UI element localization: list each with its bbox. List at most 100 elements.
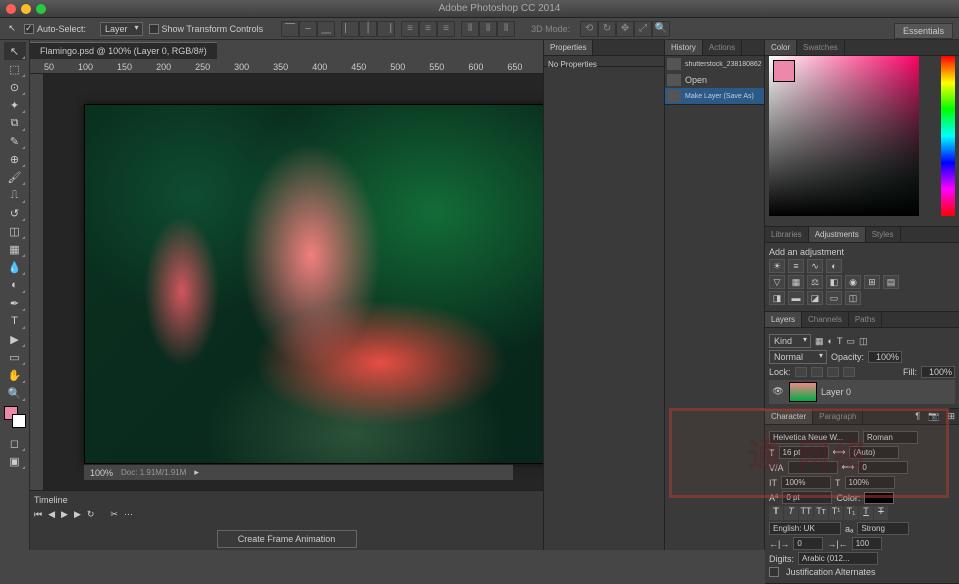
adj-threshold-icon[interactable]: ◪ — [807, 291, 823, 305]
distribute-right-icon[interactable]: ⦀ — [497, 21, 515, 37]
adj-brightness-icon[interactable]: ☀ — [769, 259, 785, 273]
hue-slider[interactable] — [941, 56, 955, 216]
allcaps-button[interactable]: TT — [799, 506, 813, 520]
timeline-play-icon[interactable]: ▶ — [61, 509, 68, 520]
quick-select-tool[interactable]: ✦ — [4, 96, 26, 114]
timeline-cut-icon[interactable]: ✂ — [110, 509, 118, 520]
close-window-button[interactable] — [6, 4, 16, 14]
zoom-level[interactable]: 100% — [90, 468, 113, 478]
layer-row[interactable]: 👁 Layer 0 — [769, 380, 955, 404]
adj-curves-icon[interactable]: ∿ — [807, 259, 823, 273]
baseline-field[interactable] — [782, 491, 832, 504]
layer-thumbnail[interactable] — [789, 382, 817, 402]
filter-type-icon[interactable]: T — [837, 336, 843, 346]
history-item[interactable]: Open — [665, 72, 764, 88]
justification-checkbox[interactable] — [769, 567, 779, 577]
crop-tool[interactable]: ⧉ — [4, 114, 26, 132]
channels-tab[interactable]: Channels — [802, 312, 849, 327]
timeline-prev-icon[interactable]: ◀ — [48, 509, 55, 520]
font-style-dropdown[interactable] — [863, 431, 918, 444]
leading-field[interactable] — [849, 446, 899, 459]
path-select-tool[interactable]: ▶ — [4, 330, 26, 348]
vscale-field[interactable] — [781, 476, 831, 489]
kerning-field[interactable] — [788, 461, 838, 474]
healing-tool[interactable]: ⊕ — [4, 150, 26, 168]
ruler-horizontal[interactable]: 5010015020025030035040045050055060065070… — [30, 60, 543, 74]
faux-italic-button[interactable]: T — [784, 506, 798, 520]
paragraph-tab[interactable]: Paragraph — [813, 409, 863, 424]
lock-pos-icon[interactable] — [827, 367, 839, 377]
faux-bold-button[interactable]: T — [769, 506, 783, 520]
auto-select-mode-dropdown[interactable]: Layer — [100, 22, 143, 36]
canvas[interactable]: 100% Doc: 1.91M/1.91M ▸ — [44, 74, 543, 490]
eraser-tool[interactable]: ◫ — [4, 222, 26, 240]
history-item[interactable]: shutterstock_238180862.jpg — [665, 56, 764, 72]
antialias-dropdown[interactable] — [857, 522, 909, 535]
properties-tab[interactable]: Properties — [544, 40, 593, 55]
distribute-bottom-icon[interactable]: ≡ — [437, 21, 455, 37]
align-left-icon[interactable]: ⎸ — [341, 21, 359, 37]
history-brush-tool[interactable]: ↺ — [4, 204, 26, 222]
doc-info[interactable]: Doc: 1.91M/1.91M — [121, 468, 186, 477]
actions-tab[interactable]: Actions — [703, 40, 742, 55]
hscale-field[interactable] — [845, 476, 895, 489]
panel-icon-3[interactable]: ⊞ — [943, 409, 959, 424]
align-hcenter-icon[interactable]: ⎮ — [359, 21, 377, 37]
metrics2-field[interactable] — [852, 537, 882, 550]
visibility-icon[interactable]: 👁 — [771, 386, 785, 398]
distribute-vcenter-icon[interactable]: ≡ — [419, 21, 437, 37]
adjustments-tab[interactable]: Adjustments — [809, 227, 866, 242]
foreground-swatch[interactable] — [773, 60, 795, 82]
color-picker[interactable] — [765, 56, 959, 226]
lasso-tool[interactable]: ⊙ — [4, 78, 26, 96]
font-size-field[interactable] — [779, 446, 829, 459]
character-tab[interactable]: Character — [765, 409, 813, 424]
doc-info-arrow-icon[interactable]: ▸ — [194, 467, 199, 478]
blur-tool[interactable]: 💧 — [4, 258, 26, 276]
gradient-tool[interactable]: ▦ — [4, 240, 26, 258]
minimize-window-button[interactable] — [21, 4, 31, 14]
layers-tab[interactable]: Layers — [765, 312, 802, 327]
adj-vibrance-icon[interactable]: ▽ — [769, 275, 785, 289]
filter-shape-icon[interactable]: ▭ — [846, 336, 855, 347]
eyedropper-tool[interactable]: ✎ — [4, 132, 26, 150]
layer-filter-dropdown[interactable]: Kind — [769, 334, 811, 348]
digits-dropdown[interactable] — [798, 552, 878, 565]
adj-chanmix-icon[interactable]: ⊞ — [864, 275, 880, 289]
timeline-next-icon[interactable]: ▶ — [74, 509, 81, 520]
3d-zoom-icon[interactable]: 🔍 — [652, 21, 670, 37]
zoom-window-button[interactable] — [36, 4, 46, 14]
fill-field[interactable]: 100% — [921, 366, 955, 378]
adj-photofilter-icon[interactable]: ◉ — [845, 275, 861, 289]
metrics1-field[interactable] — [793, 537, 823, 550]
filter-adj-icon[interactable]: ◐ — [828, 336, 833, 346]
blend-mode-dropdown[interactable]: Normal — [769, 350, 827, 364]
distribute-hcenter-icon[interactable]: ⦀ — [479, 21, 497, 37]
canvas-image[interactable] — [84, 104, 543, 464]
quickmask-button[interactable]: ◻ — [4, 434, 26, 452]
layer-name[interactable]: Layer 0 — [821, 387, 851, 397]
lock-trans-icon[interactable] — [795, 367, 807, 377]
font-family-dropdown[interactable] — [769, 431, 859, 444]
language-dropdown[interactable] — [769, 522, 841, 535]
stamp-tool[interactable]: ⎍ — [4, 186, 26, 204]
3d-pan-icon[interactable]: ✥ — [616, 21, 634, 37]
distribute-left-icon[interactable]: ⦀ — [461, 21, 479, 37]
filter-pixel-icon[interactable]: ▦ — [815, 336, 824, 347]
panel-icon-1[interactable]: ¶ — [911, 409, 924, 424]
timeline-first-icon[interactable]: ⏮ — [34, 509, 42, 520]
adj-levels-icon[interactable]: ≡ — [788, 259, 804, 273]
document-tab[interactable]: Flamingo.psd @ 100% (Layer 0, RGB/8#) — [30, 42, 217, 59]
distribute-top-icon[interactable]: ≡ — [401, 21, 419, 37]
styles-tab[interactable]: Styles — [866, 227, 901, 242]
align-right-icon[interactable]: ⎹ — [377, 21, 395, 37]
timeline-tab[interactable]: Timeline — [34, 495, 539, 505]
adj-invert-icon[interactable]: ◨ — [769, 291, 785, 305]
adj-colorbal-icon[interactable]: ⚖ — [807, 275, 823, 289]
move-tool[interactable]: ↖ — [4, 42, 26, 60]
lock-pixels-icon[interactable] — [811, 367, 823, 377]
auto-select-checkbox[interactable]: Auto-Select: — [24, 24, 86, 34]
underline-button[interactable]: T — [859, 506, 873, 520]
3d-roll-icon[interactable]: ↻ — [598, 21, 616, 37]
workspace-switcher[interactable]: Essentials — [894, 23, 953, 39]
